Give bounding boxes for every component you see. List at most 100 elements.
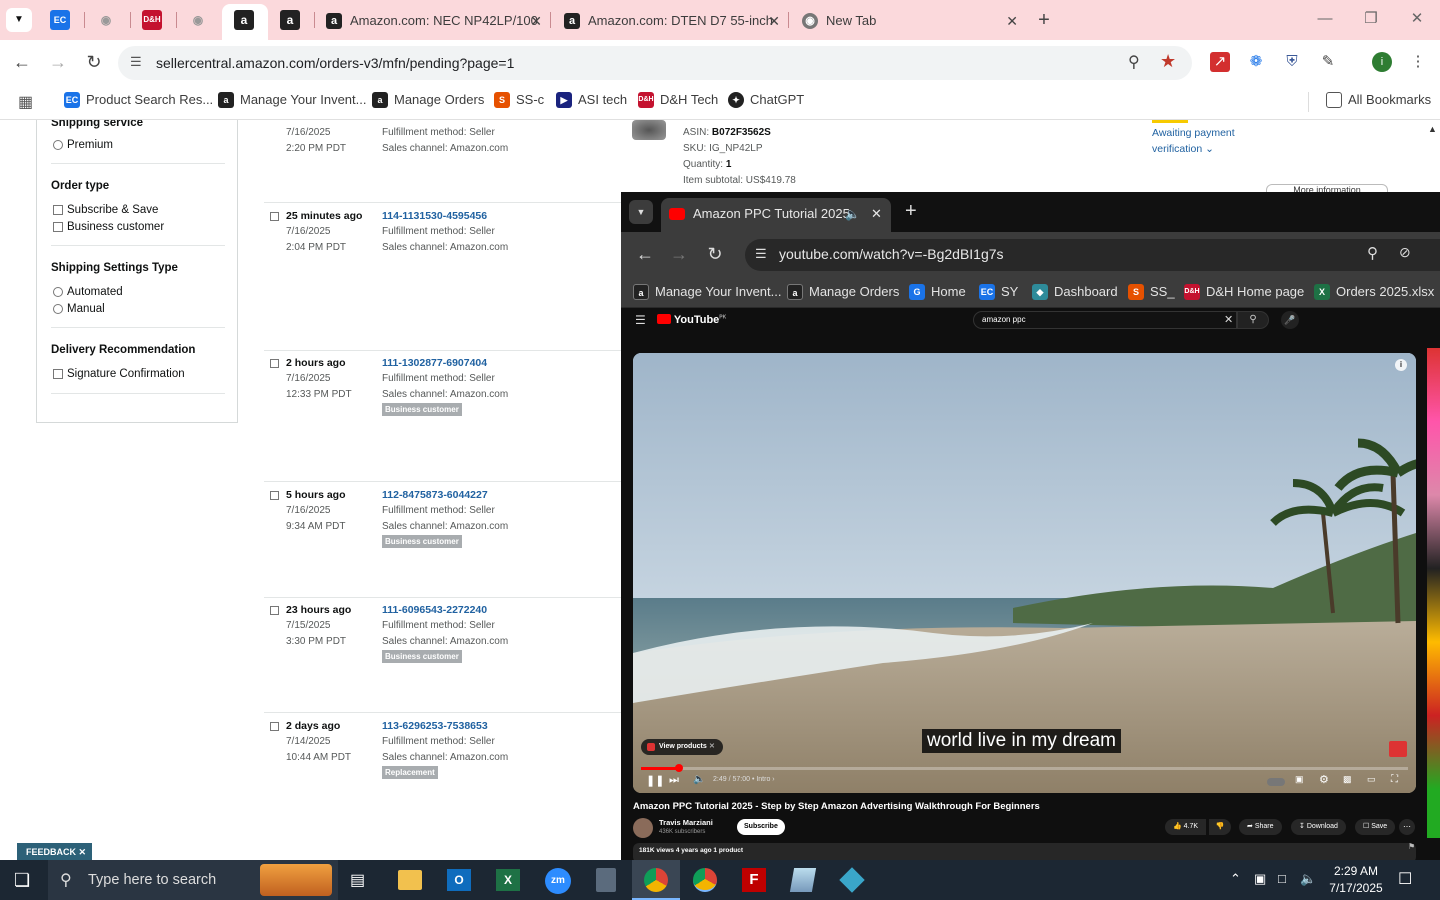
like-button[interactable]: 👍 4.7K [1165, 819, 1207, 835]
order-id-link[interactable]: 112-8475873-6044227 [382, 489, 488, 501]
pinned-tab-dh-icon[interactable]: D&H [142, 10, 162, 30]
close-icon[interactable]: ✕ [1006, 4, 1018, 38]
tab-dten[interactable]: a Amazon.com: DTEN D7 55-inch ✕ [552, 4, 788, 40]
yt-search-button[interactable]: ⚲ [1237, 311, 1269, 329]
windows-start-icon[interactable]: ❏ [14, 870, 30, 891]
hamburger-menu-icon[interactable]: ☰ [635, 313, 646, 327]
profile-avatar[interactable]: i [1372, 52, 1392, 72]
restore-button[interactable]: ❐ [1348, 0, 1394, 40]
ext-blue-icon[interactable]: ❁ [1246, 52, 1266, 72]
close-icon[interactable]: ✕ [530, 4, 542, 38]
video-description-box[interactable]: 181K views 4 years ago 1 product [633, 843, 1416, 860]
tray-volume-icon[interactable]: 🔈 [1300, 871, 1316, 887]
bookmark-orders-xlsx[interactable]: X Orders 2025.xlsx [1314, 284, 1434, 300]
bookmark-manage-inventory[interactable]: a Manage Your Invent... [633, 284, 781, 300]
close-window-button[interactable]: ✕ [1394, 0, 1440, 40]
order-id-link[interactable]: 113-6296253-7538653 [382, 720, 488, 732]
back-button[interactable]: ← [10, 50, 34, 74]
pinned-tab-amazon-active[interactable]: a [222, 4, 268, 40]
address-bar[interactable]: ☰ sellercentral.amazon.com/orders-v3/mfn… [118, 46, 1192, 80]
yt-search-input[interactable]: amazon ppc ✕ [973, 311, 1237, 329]
order-id-link[interactable]: 114-1131530-4595456 [382, 210, 487, 222]
pinned-tab-globe2-icon[interactable]: ◉ [188, 10, 208, 30]
bookmark-star-icon[interactable]: ★ [1160, 51, 1176, 72]
reload-button[interactable]: ↻ [82, 50, 106, 74]
next-button[interactable]: ⏭ [669, 774, 679, 787]
save-button[interactable]: ☐ Save [1355, 819, 1396, 835]
bookmark-ss-c[interactable]: S SS-c [494, 92, 544, 108]
filter-option-signature[interactable]: Signature Confirmation [53, 367, 185, 381]
order-checkbox[interactable] [270, 722, 279, 731]
autoplay-toggle[interactable] [1267, 778, 1285, 786]
settings-gear-icon[interactable]: ⚙ [1319, 773, 1329, 786]
speaker-icon[interactable]: 🔈 [845, 198, 860, 230]
filter-option-premium[interactable]: Premium [53, 138, 113, 152]
close-icon[interactable]: ✕ [709, 739, 715, 755]
app-icon-blue[interactable] [789, 868, 817, 892]
radio-button[interactable] [53, 287, 63, 297]
order-checkbox[interactable] [270, 606, 279, 615]
status-awaiting[interactable]: Awaiting payment [1152, 127, 1235, 139]
pinned-tab-globe-icon[interactable]: ◉ [96, 10, 116, 30]
zoom-app-icon[interactable]: zm [545, 868, 571, 894]
miniplayer-icon[interactable]: ▩ [1343, 774, 1352, 785]
radio-button[interactable] [53, 304, 63, 314]
site-info-icon[interactable]: ☰ [755, 246, 767, 262]
bookmark-product-search[interactable]: EC Product Search Res... [64, 92, 213, 108]
filezilla-icon[interactable]: F [742, 868, 766, 892]
tray-chevron-icon[interactable]: ⌃ [1230, 871, 1241, 887]
sidebar-thumbnails[interactable] [1427, 348, 1440, 838]
extensions-puzzle-icon[interactable]: ✎ [1318, 52, 1338, 72]
all-bookmarks[interactable]: All Bookmarks [1326, 92, 1431, 108]
bookmark-dh-home[interactable]: D&H D&H Home page [1184, 284, 1304, 300]
clock[interactable]: 2:29 AM 7/17/2025 [1324, 863, 1388, 897]
clear-search-icon[interactable]: ✕ [1224, 313, 1233, 326]
forward-button[interactable]: → [46, 50, 70, 74]
youtube-logo[interactable]: YouTubePK [657, 314, 726, 326]
tray-network-icon[interactable]: ▣ [1254, 871, 1266, 887]
chrome-icon-2[interactable] [693, 868, 717, 892]
order-checkbox[interactable] [270, 212, 279, 221]
chrome-icon-active[interactable] [632, 860, 680, 900]
close-icon[interactable]: ✕ [79, 847, 87, 857]
bookmark-manage-orders[interactable]: a Manage Orders [372, 92, 484, 108]
apps-grid-icon[interactable]: ▦ [18, 92, 33, 112]
product-thumbnail[interactable] [632, 120, 666, 140]
radio-button[interactable] [53, 140, 63, 150]
filter-option-manual[interactable]: Manual [53, 302, 105, 316]
calculator-icon[interactable] [596, 868, 616, 892]
tab-search-button[interactable]: ▼ [629, 200, 653, 224]
bookmark-ss[interactable]: S SS_ [1128, 284, 1175, 300]
download-button[interactable]: ↧ Download [1291, 819, 1346, 835]
volume-icon[interactable]: 🔈 [693, 774, 705, 785]
status-verification[interactable]: verification ⌄ [1152, 143, 1214, 155]
order-id-link[interactable]: 111-6096543-2272240 [382, 604, 487, 616]
bookmark-manage-orders[interactable]: a Manage Orders [787, 284, 899, 300]
pinned-tab-amazon2-icon[interactable]: a [280, 10, 300, 30]
bookmark-dashboard[interactable]: ◆ Dashboard [1032, 284, 1118, 300]
tray-wifi-icon[interactable]: □ [1278, 871, 1286, 886]
eye-off-icon[interactable]: ⊘ [1399, 244, 1411, 261]
pinned-tab-ec-icon[interactable]: EC [50, 10, 70, 30]
report-flag-icon[interactable]: ⚑ [1408, 842, 1415, 851]
pdf-extension-icon[interactable]: ↗ [1210, 52, 1230, 72]
channel-name[interactable]: Travis Marziani [659, 818, 713, 827]
dislike-button[interactable]: 👎 [1209, 819, 1231, 835]
video-player[interactable]: i View products ✕ world live in my dream… [633, 353, 1416, 793]
order-id-link[interactable]: 111-1302877-6907404 [382, 357, 487, 369]
notification-center-icon[interactable]: ☐ [1398, 869, 1412, 889]
new-tab-button[interactable]: + [905, 200, 917, 223]
progress-bar[interactable] [641, 764, 1408, 772]
fullscreen-icon[interactable]: ⛶ [1391, 774, 1398, 785]
scroll-up-arrow[interactable]: ▲ [1428, 124, 1437, 134]
yt-address-bar[interactable]: ☰ youtube.com/watch?v=-Bg2dBI1g7s ⚲ ⊘ [745, 239, 1440, 271]
shield-icon[interactable]: ⛨ [1282, 52, 1302, 72]
new-tab-button[interactable]: + [1032, 8, 1056, 32]
tab-nec[interactable]: a Amazon.com: NEC NP42LP/100 ✕ [314, 4, 550, 40]
file-explorer-icon[interactable] [398, 870, 422, 890]
excel-icon[interactable]: X [496, 869, 520, 891]
forward-button[interactable]: → [667, 242, 691, 266]
back-button[interactable]: ← [633, 242, 657, 266]
play-pause-button[interactable]: ❚❚ [646, 774, 664, 787]
zoom-icon[interactable]: ⚲ [1128, 52, 1140, 72]
